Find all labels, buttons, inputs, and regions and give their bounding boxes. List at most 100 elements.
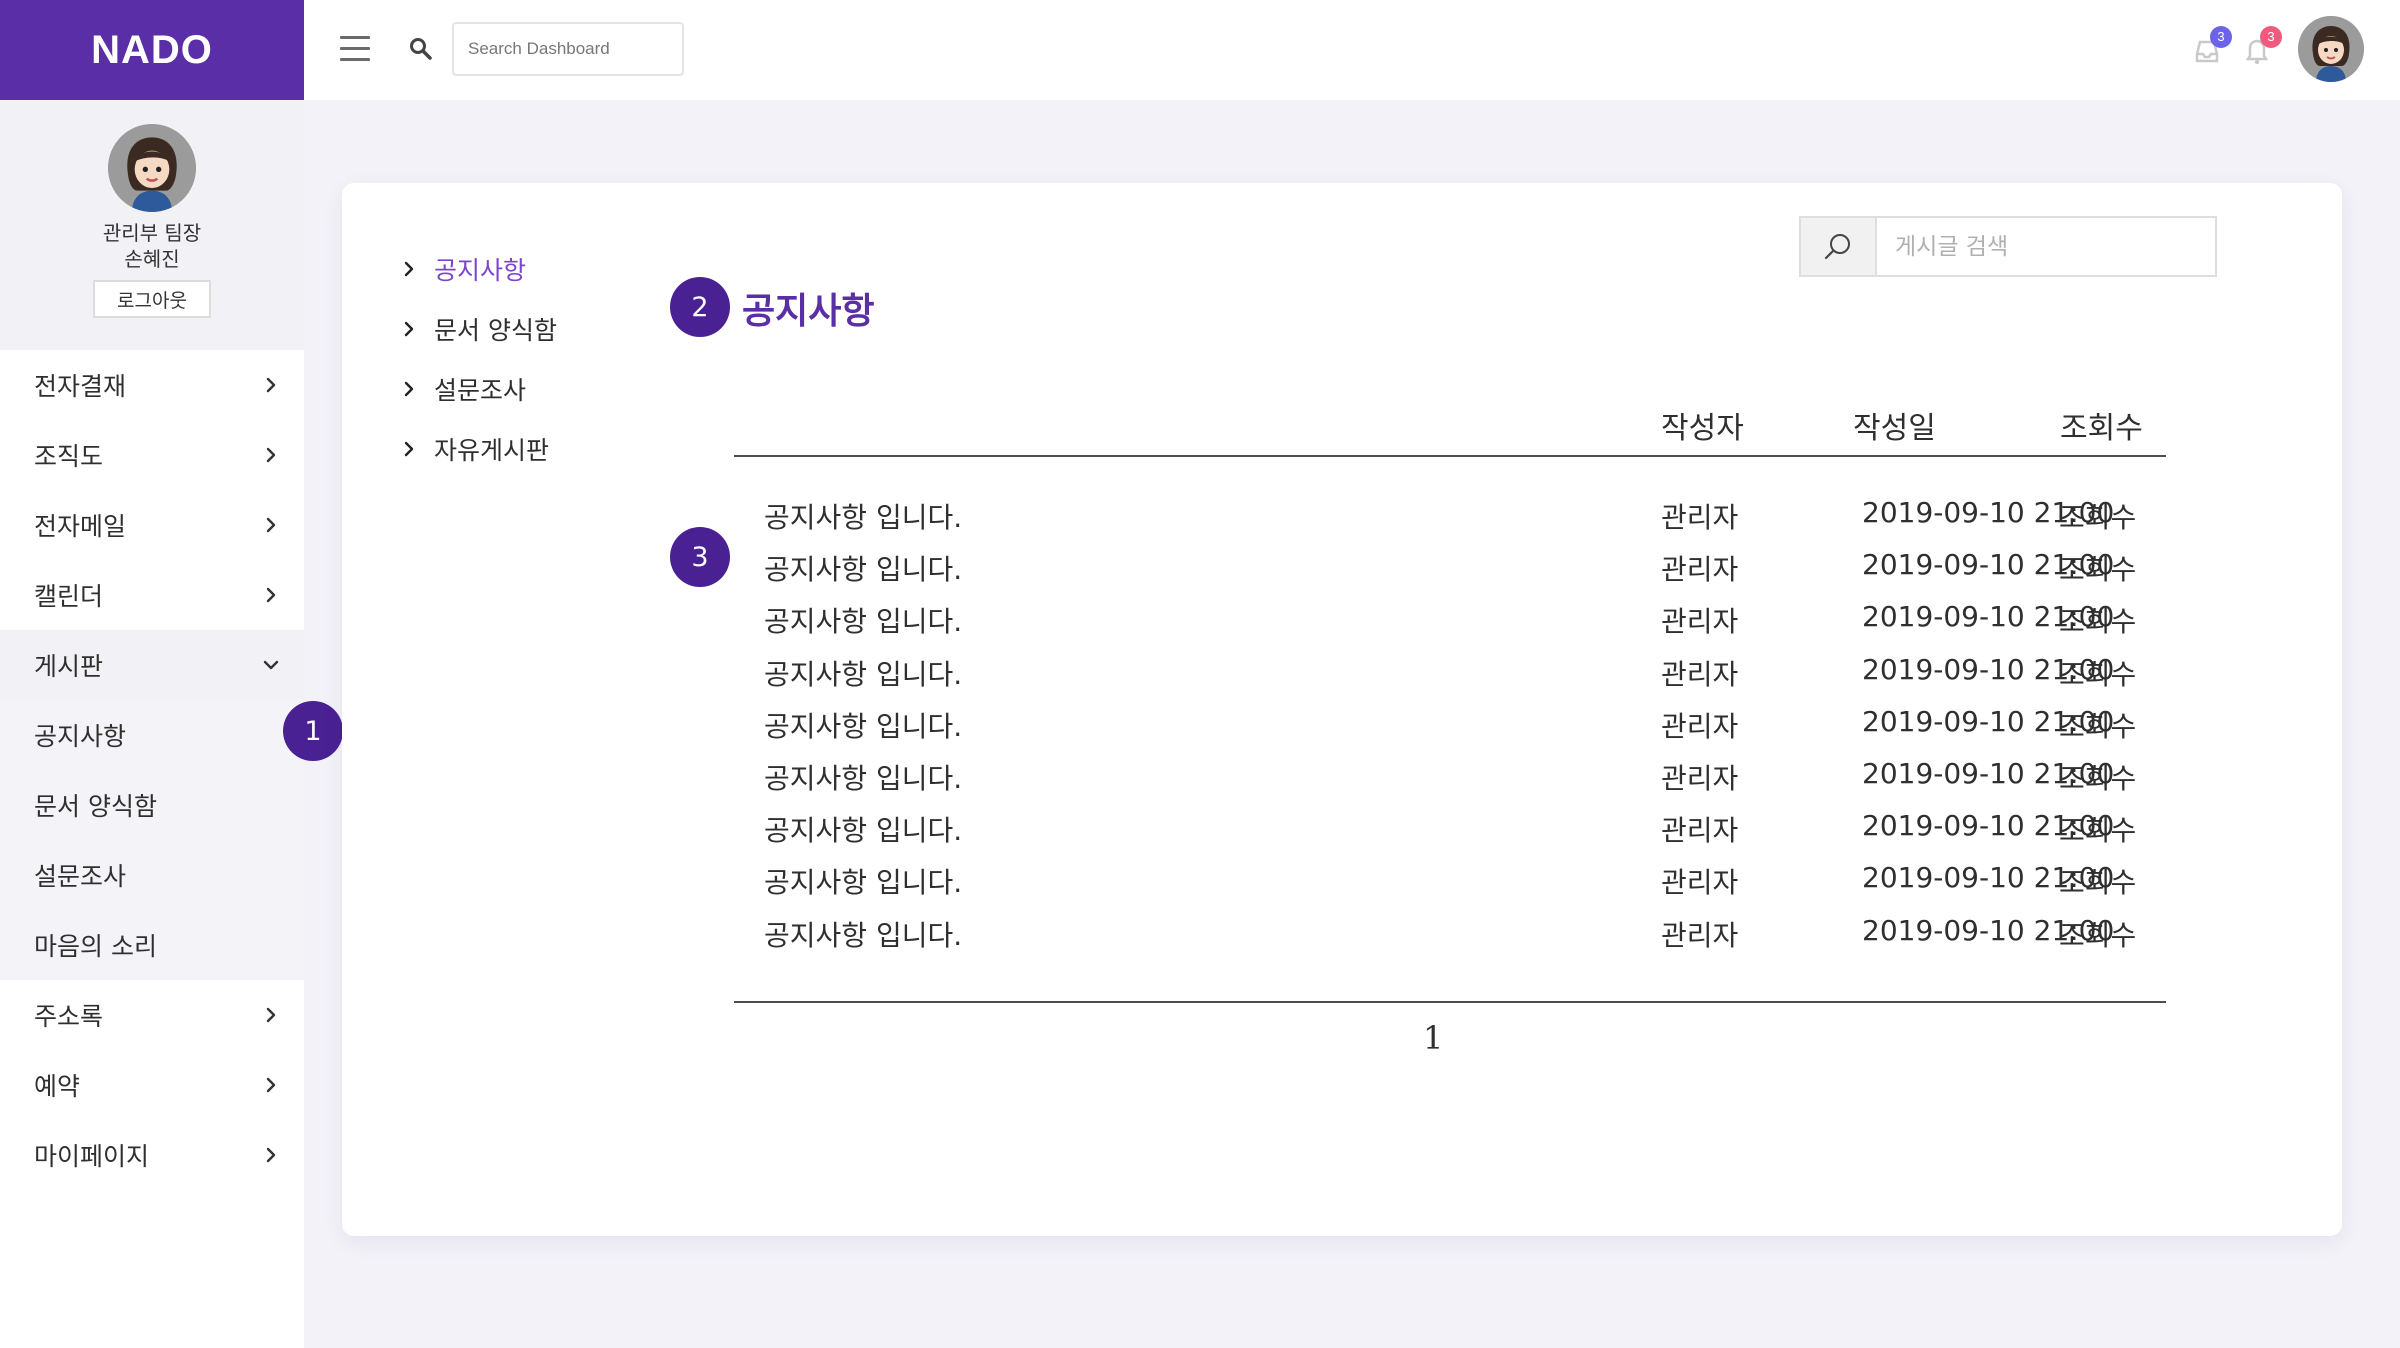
row-title: 공지사항 입니다. [764,553,963,587]
chevron-right-icon [404,261,414,277]
sidebar-item-mypage[interactable]: 마이페이지 [0,1120,304,1190]
sidebar-item-reservation[interactable]: 예약 [0,1050,304,1120]
step-marker-3: 3 [670,527,730,587]
logo-bar[interactable]: NADO [0,0,304,100]
sidebar-subitem-label: 공지사항 [34,722,127,751]
board-nav-label: 자유게시판 [434,436,550,465]
board-submenu-rest: 문서 양식함 설문조사 마음의 소리 [0,770,304,980]
column-header-views: 조회수 [2060,411,2143,446]
sidebar-item-board[interactable]: 게시판 [0,630,304,700]
board-search [1799,216,2217,277]
chevron-down-icon [263,660,279,670]
sidebar-item-label: 게시판 [34,652,104,681]
profile-name: 손혜진 [124,247,180,271]
table-row[interactable]: 공지사항 입니다. 관리자 2019-09-10 21:00 조회수 [734,757,2166,809]
row-views: 조회수 [2059,866,2137,900]
board-nav-label: 설문조사 [434,376,527,405]
row-author: 관리자 [1661,501,1739,534]
sidebar-subitem-forms[interactable]: 문서 양식함 [0,770,304,840]
app-logo: NADO [91,27,213,72]
row-author: 관리자 [1661,761,1739,795]
messages-count-badge: 3 [2210,26,2232,48]
board-nav-free-board[interactable]: 자유게시판 [400,419,557,479]
notifications-count-badge: 3 [2260,26,2282,48]
search-icon[interactable] [408,36,434,62]
board-category-nav: 공지사항 문서 양식함 설문조사 자유게시판 [400,239,557,479]
table-row[interactable]: 공지사항 입니다. 관리자 2019-09-10 21:00 조회수 [734,705,2166,757]
sidebar-item-address-book[interactable]: 주소록 [0,980,304,1050]
chevron-right-icon [266,1007,276,1023]
search-icon [1824,233,1850,259]
chevron-right-icon [404,441,414,457]
dashboard-search-input[interactable] [452,22,684,76]
sidebar-item-email[interactable]: 전자메일 [0,490,304,560]
sidebar-menu: 전자결재 조직도 전자메일 캘린더 게시판 공지사항 문서 양식함 설문조사 마… [0,350,304,1190]
chevron-right-icon [266,1077,276,1093]
column-header-date: 작성일 [1853,411,1936,446]
table-header: 작성자 작성일 조회수 [734,403,2166,457]
row-author: 관리자 [1661,553,1739,587]
sidebar-item-calendar[interactable]: 캘린더 [0,560,304,630]
sidebar-subitem-survey[interactable]: 설문조사 [0,840,304,910]
hamburger-menu-icon[interactable] [340,36,370,62]
board-nav-survey[interactable]: 설문조사 [400,359,557,419]
user-avatar[interactable] [2298,16,2364,82]
sidebar-item-org-chart[interactable]: 조직도 [0,420,304,490]
sidebar-item-label: 전자결재 [34,372,127,401]
sidebar-subitem-voice[interactable]: 마음의 소리 [0,910,304,980]
table-row[interactable]: 공지사항 입니다. 관리자 2019-09-10 21:00 조회수 [734,809,2166,861]
table-row[interactable]: 공지사항 입니다. 관리자 2019-09-10 21:00 조회수 [734,548,2166,600]
row-title: 공지사항 입니다. [764,605,963,639]
row-views: 조회수 [2059,918,2137,952]
row-title: 공지사항 입니다. [764,761,963,795]
chevron-right-icon [266,587,276,603]
notice-list: 공지사항 입니다. 관리자 2019-09-10 21:00 조회수 공지사항 … [734,496,2166,966]
chevron-right-icon [266,447,276,463]
sidebar-subitem-notice[interactable]: 공지사항 [0,700,304,770]
board-nav-label: 공지사항 [434,256,527,285]
table-row[interactable]: 공지사항 입니다. 관리자 2019-09-10 21:00 조회수 [734,496,2166,548]
row-views: 조회수 [2059,605,2137,639]
profile-avatar-icon [108,124,196,212]
step-marker-1: 1 [283,701,343,761]
row-views: 조회수 [2059,553,2137,587]
row-views: 조회수 [2059,657,2137,691]
sidebar-item-approval[interactable]: 전자결재 [0,350,304,420]
row-title: 공지사항 입니다. [764,866,963,900]
sidebar-subitem-label: 마음의 소리 [34,932,157,961]
chevron-right-icon [266,377,276,393]
board-title: 공지사항 [742,291,875,332]
board-nav-forms[interactable]: 문서 양식함 [400,299,557,359]
row-views: 조회수 [2059,501,2137,534]
user-avatar-icon [2298,16,2364,82]
pagination-page-1[interactable]: 1 [1423,1019,1443,1057]
logout-button[interactable]: 로그아웃 [93,280,211,318]
board-submenu: 공지사항 문서 양식함 설문조사 마음의 소리 [0,700,304,980]
row-author: 관리자 [1661,866,1739,900]
row-title: 공지사항 입니다. [764,709,963,743]
board-card: 공지사항 문서 양식함 설문조사 자유게시판 2 공지사항 작성자 작성일 조회… [342,183,2342,1236]
table-row[interactable]: 공지사항 입니다. 관리자 2019-09-10 21:00 조회수 [734,653,2166,705]
step-marker-2: 2 [670,277,730,337]
sidebar-item-label: 조직도 [34,442,104,471]
board-search-input[interactable] [1877,218,2215,275]
board-nav-label: 문서 양식함 [434,316,557,345]
table-row[interactable]: 공지사항 입니다. 관리자 2019-09-10 21:00 조회수 [734,600,2166,652]
chevron-right-icon [266,1147,276,1163]
messages-button[interactable]: 3 [2192,26,2232,66]
notifications-button[interactable]: 3 [2242,26,2282,66]
profile-role: 관리부 팀장 [102,221,202,245]
table-row[interactable]: 공지사항 입니다. 관리자 2019-09-10 21:00 조회수 [734,914,2166,966]
board-search-button[interactable] [1801,218,1877,275]
chevron-right-icon [404,381,414,397]
table-row[interactable]: 공지사항 입니다. 관리자 2019-09-10 21:00 조회수 [734,861,2166,913]
column-header-author: 작성자 [1661,411,1744,446]
board-nav-notice[interactable]: 공지사항 [400,239,557,299]
row-views: 조회수 [2059,814,2137,848]
row-title: 공지사항 입니다. [764,501,963,534]
sidebar-item-label: 전자메일 [34,512,127,541]
topbar: 3 3 [304,0,2400,100]
row-author: 관리자 [1661,814,1739,848]
profile-avatar [108,124,196,212]
row-title: 공지사항 입니다. [764,814,963,848]
